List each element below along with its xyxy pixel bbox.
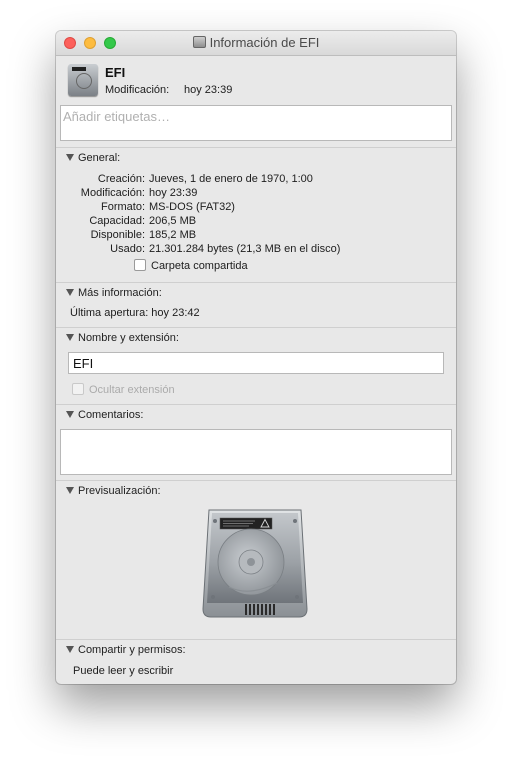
drive-icon <box>68 64 98 96</box>
title-bar[interactable]: Información de EFI <box>56 31 456 56</box>
modified-value: hoy 23:39 <box>184 84 233 96</box>
divider <box>56 480 456 481</box>
hard-drive-icon <box>199 507 311 624</box>
name-input[interactable] <box>69 353 437 374</box>
disclosure-triangle-icon <box>66 487 74 494</box>
shared-folder-checkbox[interactable]: Carpeta compartida <box>134 259 248 272</box>
tags-field[interactable] <box>60 105 452 141</box>
section-comments-title: Comentarios: <box>78 409 144 421</box>
divider <box>56 639 456 640</box>
shared-folder-label: Carpeta compartida <box>151 260 248 272</box>
divider <box>56 404 456 405</box>
section-general-toggle[interactable]: General: <box>66 152 120 164</box>
name-field[interactable] <box>68 352 444 374</box>
permissions-summary: Puede leer y escribir <box>73 665 174 677</box>
info-label: Disponible: <box>90 229 145 241</box>
drive-icon <box>192 36 206 48</box>
info-label: Creación: <box>97 173 145 185</box>
section-more-info-title: Más información: <box>78 287 162 299</box>
disclosure-triangle-icon <box>66 334 74 341</box>
info-label: Formato: <box>100 201 145 213</box>
info-value: hoy 23:39 <box>149 187 198 199</box>
divider <box>56 282 456 283</box>
section-preview-toggle[interactable]: Previsualización: <box>66 485 161 497</box>
comments-input[interactable] <box>61 430 451 474</box>
last-opened-text: Última apertura: hoy 23:42 <box>70 307 200 319</box>
checkbox-box[interactable] <box>72 383 84 395</box>
info-value: 21.301.284 bytes (21,3 MB en el disco) <box>149 243 341 255</box>
divider <box>56 327 456 328</box>
section-comments-toggle[interactable]: Comentarios: <box>66 409 143 421</box>
tags-input[interactable] <box>61 106 435 127</box>
window-title: Información de EFI <box>209 35 320 50</box>
info-value: 206,5 MB <box>149 215 197 227</box>
disclosure-triangle-icon <box>66 154 74 161</box>
info-label: Modificación: <box>80 187 145 199</box>
section-general-title: General: <box>78 152 121 164</box>
section-name-ext-title: Nombre y extensión: <box>78 332 179 344</box>
hide-extension-checkbox[interactable]: Ocultar extensión <box>72 383 175 396</box>
modified-label: Modificación: <box>105 84 170 96</box>
divider <box>56 147 456 148</box>
section-more-info-toggle[interactable]: Más información: <box>66 287 162 299</box>
window-title-area: Información de EFI <box>56 31 456 55</box>
disclosure-triangle-icon <box>66 411 74 418</box>
info-window: Información de EFI EFI Modificación: hoy… <box>56 31 456 684</box>
item-name: EFI <box>105 65 126 80</box>
comments-field[interactable] <box>60 429 452 475</box>
section-sharing-title: Compartir y permisos: <box>78 644 186 656</box>
checkbox-box[interactable] <box>134 259 146 271</box>
disclosure-triangle-icon <box>66 289 74 296</box>
disclosure-triangle-icon <box>66 646 74 653</box>
hide-extension-label: Ocultar extensión <box>89 384 175 396</box>
info-value: Jueves, 1 de enero de 1970, 1:00 <box>149 173 313 185</box>
info-value: MS-DOS (FAT32) <box>149 201 235 213</box>
section-sharing-toggle[interactable]: Compartir y permisos: <box>66 644 186 656</box>
section-preview-title: Previsualización: <box>78 485 161 497</box>
info-label: Usado: <box>110 243 145 255</box>
info-value: 185,2 MB <box>149 229 197 241</box>
info-label: Capacidad: <box>89 215 145 227</box>
section-name-ext-toggle[interactable]: Nombre y extensión: <box>66 332 179 344</box>
